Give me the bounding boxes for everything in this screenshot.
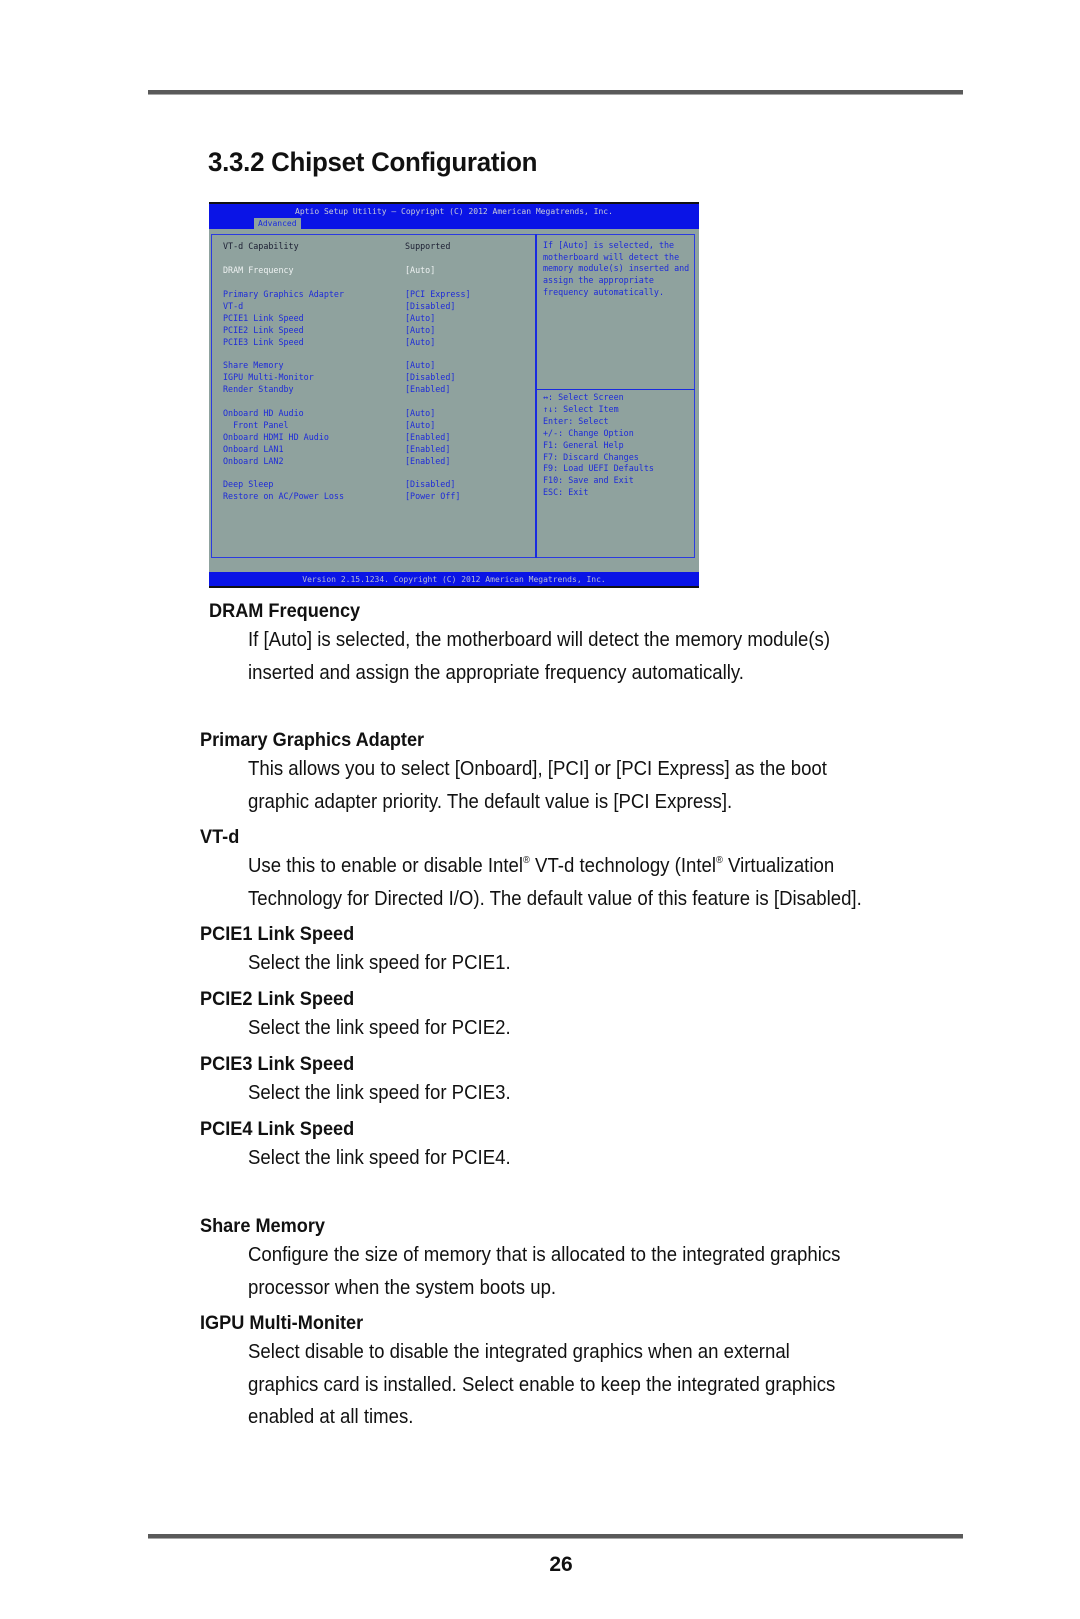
bios-help-text: If [Auto] is selected, the motherboard wi… [543,240,693,299]
body-line: Select the link speed for PCIE1. [248,952,511,974]
bios-screenshot: Aptio Setup Utility – Copyright (C) 2012… [209,202,699,588]
body-dram-frequency: If [Auto] is selected, the motherboard w… [248,624,962,689]
bios-setting-value[interactable]: [Disabled] [405,300,455,312]
bios-setting-label: Onboard LAN1 [223,444,284,454]
bios-key-help-line: F7: Discard Changes [543,451,639,462]
bios-title-text: Aptio Setup Utility – Copyright (C) 2012… [295,207,613,216]
body-line: Select the link speed for PCIE3. [248,1082,511,1104]
bios-help-line: memory module(s) inserted and [543,263,690,274]
bios-version-text: Version 2.15.1234. Copyright (C) 2012 Am… [302,575,606,584]
header-rule [148,90,963,95]
bios-setting-label: Onboard LAN2 [223,456,284,466]
body-pcie4-link-speed: Select the link speed for PCIE4. [248,1142,913,1175]
bios-setting-value[interactable]: [Auto] [405,264,435,276]
bios-key-help-line: ↔: Select Screen [543,392,624,402]
bios-setting-label: IGPU Multi-Monitor [223,372,314,382]
heading-share-memory: Share Memory [200,1215,325,1237]
bios-tab-advanced[interactable]: Advanced [254,218,301,229]
bios-setting-value[interactable]: [Auto] [405,419,435,431]
body-share-memory: Configure the size of memory that is all… [248,1239,913,1304]
heading-vt-d: VT-d [200,826,240,848]
bios-setting-label: Share Memory [223,360,284,370]
bios-setting-value[interactable]: [Auto] [405,336,435,348]
bios-title-bar: Aptio Setup Utility – Copyright (C) 2012… [209,204,699,229]
bios-setting-label: DRAM Frequency [223,265,294,275]
bios-setting-label: Render Standby [223,384,294,394]
bios-setting-value[interactable]: [Auto] [405,312,435,324]
bios-help-line: assign the appropriate [543,275,654,286]
heading-igpu-multi-moniter: IGPU Multi-Moniter [200,1312,364,1334]
bios-setting-label: PCIE3 Link Speed [223,337,304,347]
bios-setting-label: Onboard HDMI HD Audio [223,432,329,442]
bios-setting-value[interactable]: [Enabled] [405,383,450,395]
bios-setting-label: Primary Graphics Adapter [223,289,345,299]
bios-help-divider [537,389,695,390]
body-line: Select the link speed for PCIE2. [248,1017,511,1039]
heading-pcie1-link-speed: PCIE1 Link Speed [200,923,355,945]
bios-key-help-line: ESC: Exit [543,487,589,498]
bios-setting-label: VT-d Capability [223,241,299,251]
body-pcie3-link-speed: Select the link speed for PCIE3. [248,1077,913,1110]
body-line: graphic adapter priority. The default va… [248,790,733,813]
heading-pcie3-link-speed: PCIE3 Link Speed [200,1053,355,1075]
bios-version-bar: Version 2.15.1234. Copyright (C) 2012 Am… [209,572,699,586]
body-line: Select the link speed for PCIE4. [248,1147,511,1169]
body-line: processor when the system boots up. [248,1276,557,1299]
bios-setting-label: Deep Sleep [223,479,274,489]
body-line: enabled at all times. [248,1406,414,1428]
page-number: 26 [549,1553,573,1576]
body-line: This allows you to select [Onboard], [PC… [248,758,827,780]
bios-key-help-line: F10: Save and Exit [543,475,634,486]
bios-key-legend: ↔: Select Screen ↑↓: Select Item Enter: Se… [543,392,693,499]
bios-key-help-line: ↑↓: Select Item [543,403,619,414]
body-pcie1-link-speed: Select the link speed for PCIE1. [248,947,913,980]
bios-vertical-divider [535,234,537,558]
body-vt-d: Use this to enable or disable Intel® VT-… [248,850,992,915]
bios-setting-label: PCIE2 Link Speed [223,325,304,335]
bios-setting-value[interactable]: [Enabled] [405,443,450,455]
bios-help-line: If [Auto] is selected, the [543,240,675,250]
bios-key-help-line: F1: General Help [543,439,624,450]
body-pcie2-link-speed: Select the link speed for PCIE2. [248,1012,913,1045]
body-line: If [Auto] is selected, the motherboard w… [248,629,831,651]
bios-setting-label: Front Panel [223,420,289,430]
body-line: Technology for Directed I/O). The defaul… [248,887,862,910]
bios-setting-label: VT-d [223,301,244,311]
heading-primary-graphics-adapter: Primary Graphics Adapter [200,729,425,751]
body-line: graphics card is installed. Select enabl… [248,1373,836,1396]
body-line: Select disable to disable the integrated… [248,1341,790,1363]
body-primary-graphics-adapter: This allows you to select [Onboard], [PC… [248,753,962,818]
footer-rule [148,1534,963,1539]
registered-mark: ® [715,855,723,866]
bios-setting-label: PCIE1 Link Speed [223,313,304,323]
body-igpu-multi-moniter: Select disable to disable the integrated… [248,1336,913,1434]
bios-setting-value[interactable]: [Auto] [405,324,435,336]
bios-setting-value[interactable]: [Enabled] [405,431,450,443]
bios-setting-value[interactable]: [PCI Express] [405,288,471,300]
bios-key-help-line: F9: Load UEFI Defaults [543,463,654,474]
bios-key-help-line: +/-: Change Option [543,427,634,438]
bios-setting-value[interactable]: [Auto] [405,407,435,419]
bios-setting-label: Restore on AC/Power Loss [223,491,345,501]
section-title: 3.3.2 Chipset Configuration [208,147,538,177]
bios-setting-value[interactable]: [Auto] [405,359,435,371]
heading-pcie2-link-speed: PCIE2 Link Speed [200,988,355,1010]
body-line: Configure the size of memory that is all… [248,1244,841,1266]
bios-key-help-line: Enter: Select [543,415,609,426]
body-line: Use this to enable or disable Intel® VT-… [248,855,835,877]
heading-pcie4-link-speed: PCIE4 Link Speed [200,1118,355,1140]
bios-help-line: motherboard will detect the [543,251,680,262]
bios-setting-value[interactable]: [Enabled] [405,455,450,467]
bios-setting-value[interactable]: [Power Off] [405,490,460,502]
bios-setting-value: Supported [405,241,451,251]
bios-setting-value[interactable]: [Disabled] [405,478,455,490]
bios-setting-label: Onboard HD Audio [223,408,304,418]
bios-setting-value[interactable]: [Disabled] [405,371,455,383]
bios-help-line: frequency automatically. [543,286,665,297]
heading-dram-frequency: DRAM Frequency [209,600,361,622]
body-line: inserted and assign the appropriate freq… [248,661,744,684]
